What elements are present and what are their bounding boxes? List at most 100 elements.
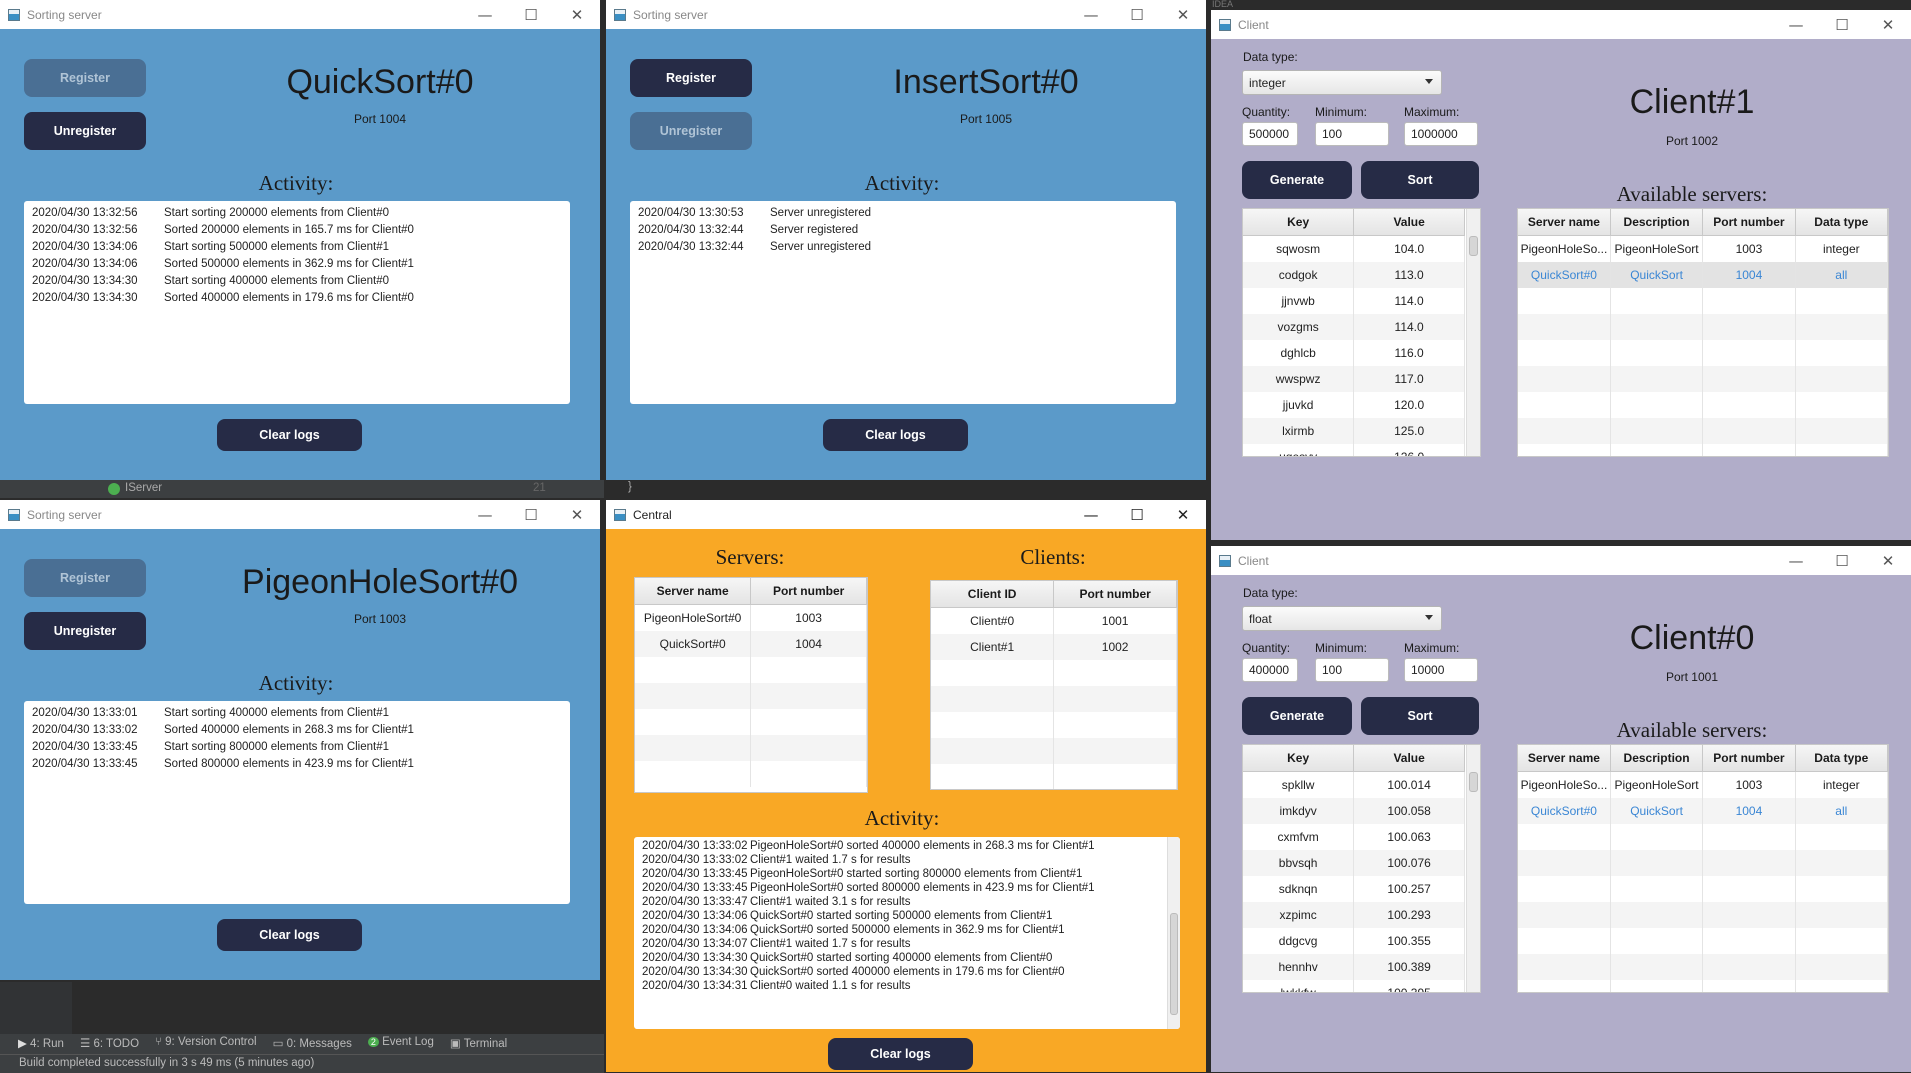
minimize-icon[interactable]: — [1068,500,1114,529]
unregister-button[interactable]: Unregister [24,612,146,650]
sort-button[interactable]: Sort [1361,161,1479,199]
table-row[interactable]: spkllw 100.014 [1243,771,1465,798]
table-row[interactable]: PigeonHoleSort#0 1003 [635,604,867,631]
maximum-input[interactable]: 10000 [1404,658,1478,682]
unregister-button[interactable]: Unregister [24,112,146,150]
column-header[interactable]: Key [1243,209,1355,236]
maximize-icon[interactable]: ☐ [508,500,554,529]
available-servers-table[interactable]: Server name Description Port number Data ty… [1517,208,1889,457]
minimize-icon[interactable]: — [1773,10,1819,39]
register-button[interactable]: Register [24,59,146,97]
generate-button[interactable]: Generate [1242,697,1352,735]
scroll-thumb[interactable] [1170,913,1178,1015]
table-row[interactable]: PigeonHoleSo... PigeonHoleSort 1003 integer [1518,771,1888,798]
table-row[interactable]: wwspwz 117.0 [1243,366,1465,392]
activity-log[interactable]: 2020/04/30 13:33:01 Start sorting 400000 … [24,701,570,904]
tool-tab-messages[interactable]: ▭ 0: Messages [273,1036,352,1052]
column-header[interactable]: Port number [750,578,867,605]
table-row[interactable]: xzpimc 100.293 [1243,902,1465,928]
close-icon[interactable]: ✕ [1160,500,1206,529]
table-row[interactable]: sdknqn 100.257 [1243,876,1465,902]
quantity-input[interactable]: 500000 [1242,122,1298,146]
kv-scrollbar[interactable] [1466,745,1480,992]
minimum-input[interactable]: 100 [1315,122,1389,146]
close-icon[interactable]: ✕ [1865,10,1911,39]
close-icon[interactable]: ✕ [1160,0,1206,29]
register-button[interactable]: Register [24,559,146,597]
column-header[interactable]: Server name [635,578,752,605]
activity-log[interactable]: 2020/04/30 13:30:53 Server unregistered 20… [630,201,1176,404]
table-row[interactable]: cxmfvm 100.063 [1243,824,1465,850]
unregister-button[interactable]: Unregister [630,112,752,150]
column-header[interactable]: Data type [1795,209,1888,236]
table-row[interactable]: dghlcb 116.0 [1243,340,1465,366]
column-header[interactable]: Key [1243,745,1355,772]
table-row[interactable]: QuickSort#0 QuickSort 1004 all [1518,262,1888,288]
minimize-icon[interactable]: — [1068,0,1114,29]
maximize-icon[interactable]: ☐ [508,0,554,29]
table-row[interactable]: QuickSort#0 QuickSort 1004 all [1518,798,1888,824]
column-header[interactable]: Description [1610,745,1704,772]
sort-button[interactable]: Sort [1361,697,1479,735]
table-row[interactable]: lwkkfw 100.395 [1243,980,1465,992]
scroll-thumb[interactable] [1469,236,1478,256]
table-row[interactable]: bbvsqh 100.076 [1243,850,1465,876]
table-row[interactable]: imkdyv 100.058 [1243,798,1465,824]
title-bar[interactable]: Sorting server — ☐ ✕ [0,500,600,529]
maximize-icon[interactable]: ☐ [1819,546,1865,575]
tool-tab-run[interactable]: ▶ 4: Run [18,1036,64,1052]
table-row[interactable]: uqesvy 126.0 [1243,444,1465,456]
activity-scrollbar[interactable] [1167,837,1180,1029]
scroll-thumb[interactable] [1469,772,1478,792]
maximum-input[interactable]: 1000000 [1404,122,1478,146]
column-header[interactable]: Client ID [931,581,1055,608]
table-row[interactable]: PigeonHoleSo... PigeonHoleSort 1003 integer [1518,235,1888,262]
table-row[interactable]: codgok 113.0 [1243,262,1465,288]
title-bar[interactable]: Central — ☐ ✕ [606,500,1206,529]
column-header[interactable]: Value [1353,745,1465,772]
table-row[interactable]: sqwosm 104.0 [1243,235,1465,262]
available-servers-table[interactable]: Server name Description Port number Data ty… [1517,744,1889,993]
column-header[interactable]: Server name [1518,209,1611,236]
column-header[interactable]: Port number [1053,581,1177,608]
column-header[interactable]: Description [1610,209,1704,236]
column-header[interactable]: Data type [1795,745,1888,772]
servers-table[interactable]: Server name Port number PigeonHoleSort#0 10… [634,577,868,793]
title-bar[interactable]: Sorting server — ☐ ✕ [606,0,1206,29]
close-icon[interactable]: ✕ [554,0,600,29]
register-button[interactable]: Register [630,59,752,97]
table-row[interactable]: Client#0 1001 [931,607,1177,634]
maximize-icon[interactable]: ☐ [1114,500,1160,529]
close-icon[interactable]: ✕ [1865,546,1911,575]
minimize-icon[interactable]: — [462,0,508,29]
table-row[interactable]: QuickSort#0 1004 [635,631,867,657]
key-value-table[interactable]: Key Value sqwosm 104.0 codgok 113.0 jjnvwb 114.… [1242,208,1481,457]
table-row[interactable]: jjnvwb 114.0 [1243,288,1465,314]
clear-logs-button[interactable]: Clear logs [217,419,362,451]
key-value-table[interactable]: Key Value spkllw 100.014 imkdyv 100.058 cxmfvm… [1242,744,1481,993]
activity-log[interactable]: 2020/04/30 13:33:02 PigeonHoleSort#0 sort… [634,837,1180,1029]
minimize-icon[interactable]: — [462,500,508,529]
clear-logs-button[interactable]: Clear logs [828,1038,973,1070]
title-bar[interactable]: Client — ☐ ✕ [1211,546,1911,575]
iserver-label[interactable]: IServer [125,482,162,494]
generate-button[interactable]: Generate [1242,161,1352,199]
table-row[interactable]: hennhv 100.389 [1243,954,1465,980]
tool-tab-todo[interactable]: ☰ 6: TODO [80,1036,139,1052]
table-row[interactable]: Client#1 1002 [931,634,1177,660]
column-header[interactable]: Port number [1702,209,1796,236]
data-type-select[interactable]: float [1242,606,1442,631]
table-row[interactable]: ddgcvg 100.355 [1243,928,1465,954]
data-type-select[interactable]: integer [1242,70,1442,95]
table-row[interactable]: vozgms 114.0 [1243,314,1465,340]
table-row[interactable]: jjuvkd 120.0 [1243,392,1465,418]
clear-logs-button[interactable]: Clear logs [823,419,968,451]
close-icon[interactable]: ✕ [554,500,600,529]
tool-tab-version-control[interactable]: ⑂ 9: Version Control [155,1036,257,1052]
tool-tab-terminal[interactable]: ▣ Terminal [450,1036,507,1052]
clear-logs-button[interactable]: Clear logs [217,919,362,951]
tool-tab-event-log[interactable]: 2 Event Log [367,1036,434,1052]
table-row[interactable]: lxirmb 125.0 [1243,418,1465,444]
column-header[interactable]: Port number [1702,745,1796,772]
column-header[interactable]: Server name [1518,745,1611,772]
